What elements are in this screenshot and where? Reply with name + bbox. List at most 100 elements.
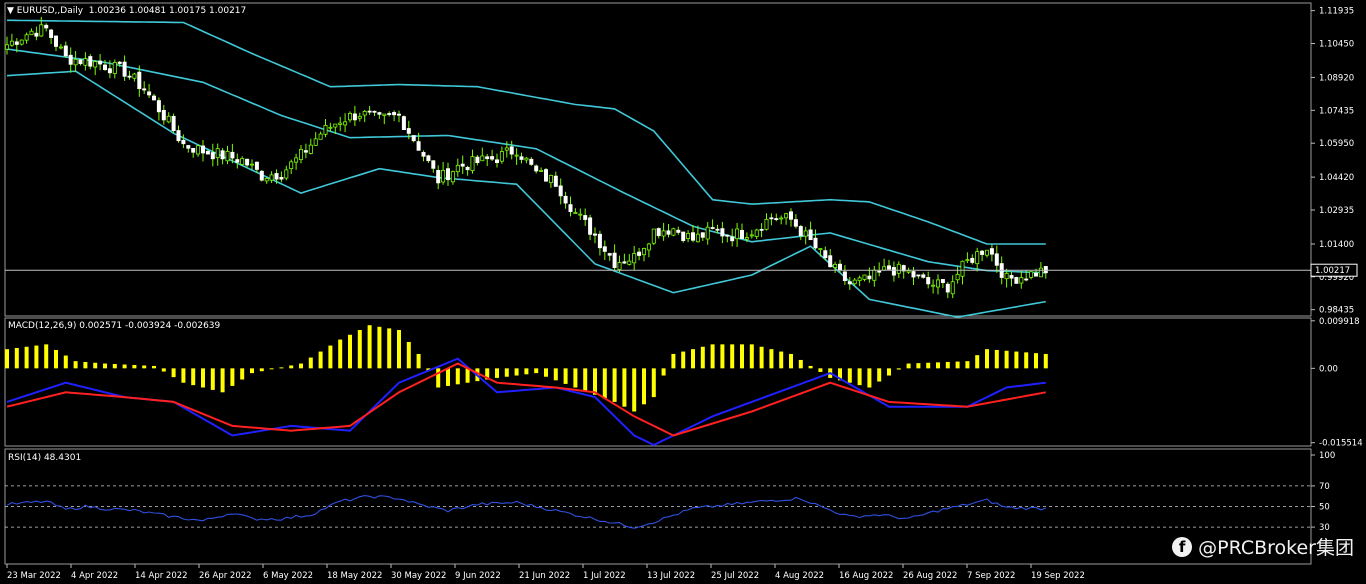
candle-body <box>93 61 98 68</box>
macd-histogram-bar <box>495 368 499 378</box>
candle-body <box>372 110 377 113</box>
candle-body <box>784 213 789 219</box>
candle-body <box>544 169 549 182</box>
candle-body <box>627 260 632 265</box>
candle-body <box>754 229 759 237</box>
candle-body <box>911 271 916 278</box>
candle-body <box>14 41 19 45</box>
macd-histogram-bar <box>397 329 401 369</box>
candle-body <box>401 116 406 131</box>
macd-histogram-bar <box>524 368 529 375</box>
macd-y-tick-label: -0.015514 <box>1319 439 1363 449</box>
candle-body <box>259 170 264 181</box>
candle-body <box>769 217 774 220</box>
candle-body <box>691 232 696 241</box>
candle-body <box>700 232 705 238</box>
candle-body <box>78 59 83 65</box>
x-tick-label: 4 Aug 2022 <box>775 571 824 581</box>
macd-histogram-bar <box>514 368 519 376</box>
candle-body <box>916 274 921 277</box>
macd-histogram-bar <box>416 353 421 369</box>
candle-body <box>931 284 936 287</box>
candle-body <box>882 266 887 271</box>
candle-body <box>573 212 578 214</box>
candle-body <box>284 169 289 179</box>
candle-body <box>181 139 186 145</box>
macd-histogram-bar <box>44 344 49 369</box>
candle-body <box>73 59 78 66</box>
candle-body <box>965 259 970 262</box>
macd-histogram-bar <box>730 344 735 369</box>
candle-body <box>852 279 857 285</box>
candle-body <box>103 64 108 71</box>
macd-histogram-bar <box>54 349 58 369</box>
candle-body <box>553 175 558 187</box>
macd-histogram-bar <box>740 344 744 369</box>
candle-body <box>470 156 475 172</box>
macd-histogram-bar <box>259 368 264 372</box>
candle-body <box>803 230 808 237</box>
candle-body <box>39 24 44 37</box>
rsi-y-tick-label: 70 <box>1319 482 1330 492</box>
candle-body <box>725 234 730 237</box>
candle-body <box>308 144 313 154</box>
x-tick-label: 16 Aug 2022 <box>839 571 893 581</box>
candle-body <box>955 273 960 281</box>
candle-body <box>563 195 568 204</box>
x-tick-label: 23 Mar 2022 <box>7 571 61 581</box>
candle-body <box>529 158 534 165</box>
candle-body <box>494 159 499 163</box>
macd-histogram-bar <box>691 349 695 369</box>
macd-histogram-bar <box>916 363 921 369</box>
macd-histogram-bar <box>446 368 450 386</box>
macd-histogram-bar <box>406 341 411 369</box>
macd-histogram-bar <box>759 346 764 369</box>
current-price-label: 1.00217 <box>1315 266 1350 276</box>
candle-body <box>392 112 397 116</box>
candle-body <box>975 251 980 265</box>
candle-body <box>568 204 573 213</box>
candle-body <box>514 154 519 157</box>
candle-body <box>44 24 49 29</box>
macd-histogram-bar <box>867 368 872 388</box>
macd-histogram-bar <box>622 368 627 407</box>
macd-panel-frame <box>4 317 1312 447</box>
candle-body <box>847 281 852 285</box>
candle-body <box>328 126 333 129</box>
macd-histogram-bar <box>681 351 686 369</box>
macd-histogram-bar <box>122 364 127 369</box>
candle-body <box>818 248 823 250</box>
candle-body <box>151 95 156 101</box>
candle-body <box>833 263 838 268</box>
macd-histogram-bar <box>240 368 245 380</box>
candle-body <box>490 156 495 160</box>
macd-histogram-bar <box>700 346 705 369</box>
candle-body <box>323 125 328 135</box>
candle-body <box>421 152 426 157</box>
facebook-icon: f <box>1172 536 1193 557</box>
price-y-tick-label: 1.08920 <box>1319 73 1354 83</box>
rsi-panel-title: RSI(14) 48.4301 <box>8 453 82 463</box>
macd-histogram-bar <box>132 364 137 369</box>
candle-body <box>137 71 142 90</box>
macd-histogram-bar <box>210 368 215 390</box>
candle-body <box>945 283 950 293</box>
candle-body <box>436 169 441 184</box>
candle-body <box>612 252 617 268</box>
macd-histogram-bar <box>985 349 989 369</box>
candle-body <box>200 145 205 154</box>
candle-body <box>504 147 509 151</box>
macd-histogram-bar <box>1034 353 1038 369</box>
candle-body <box>578 213 583 216</box>
candle-body <box>789 211 794 220</box>
macd-histogram-bar <box>789 353 793 369</box>
candle-body <box>936 279 941 288</box>
candle-body <box>63 45 68 57</box>
price-y-tick-label: 1.07435 <box>1319 106 1354 116</box>
macd-histogram-bar <box>357 329 362 369</box>
candle-body <box>593 233 598 236</box>
macd-histogram-bar <box>83 361 88 369</box>
candle-body <box>499 151 504 162</box>
candle-body <box>862 274 867 280</box>
candle-body <box>107 68 112 74</box>
